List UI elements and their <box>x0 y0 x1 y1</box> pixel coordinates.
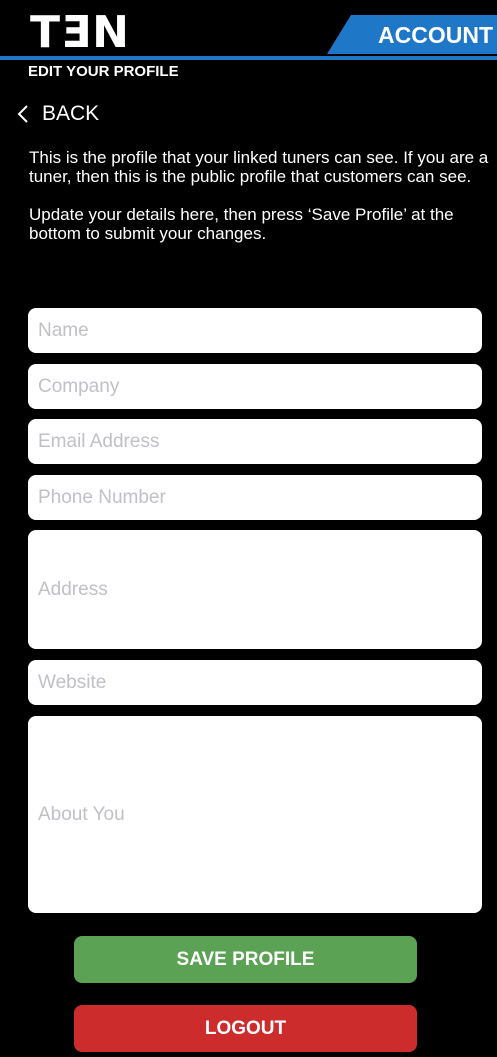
back-label: BACK <box>42 102 100 125</box>
about-field[interactable]: About You <box>28 716 482 913</box>
chevron-left-icon <box>16 104 30 124</box>
save-profile-button[interactable]: SAVE PROFILE <box>74 936 417 983</box>
email-placeholder: Email Address <box>38 430 160 452</box>
phone-placeholder: Phone Number <box>38 486 166 508</box>
header-divider <box>0 56 497 60</box>
company-field[interactable]: Company <box>28 364 482 409</box>
app-header: TƎN ACCOUNT <box>0 0 497 62</box>
address-field[interactable]: Address <box>28 530 482 649</box>
address-placeholder: Address <box>38 578 108 600</box>
intro-text: This is the profile that your linked tun… <box>29 148 489 243</box>
intro-paragraph-1: This is the profile that your linked tun… <box>29 148 489 186</box>
website-field[interactable]: Website <box>28 660 482 705</box>
page-title: EDIT YOUR PROFILE <box>28 63 179 80</box>
account-tab-label: ACCOUNT <box>378 22 493 48</box>
logout-button[interactable]: LOGOUT <box>74 1005 417 1052</box>
back-button[interactable]: BACK <box>16 100 99 128</box>
about-placeholder: About You <box>38 803 125 825</box>
name-field[interactable]: Name <box>28 308 482 353</box>
account-tab[interactable]: ACCOUNT <box>327 15 497 54</box>
intro-paragraph-2: Update your details here, then press ‘Sa… <box>29 205 454 243</box>
phone-field[interactable]: Phone Number <box>28 475 482 520</box>
tdn-logo: TƎN <box>30 7 130 58</box>
company-placeholder: Company <box>38 375 120 397</box>
name-placeholder: Name <box>38 319 89 341</box>
email-field[interactable]: Email Address <box>28 419 482 464</box>
website-placeholder: Website <box>38 671 107 693</box>
